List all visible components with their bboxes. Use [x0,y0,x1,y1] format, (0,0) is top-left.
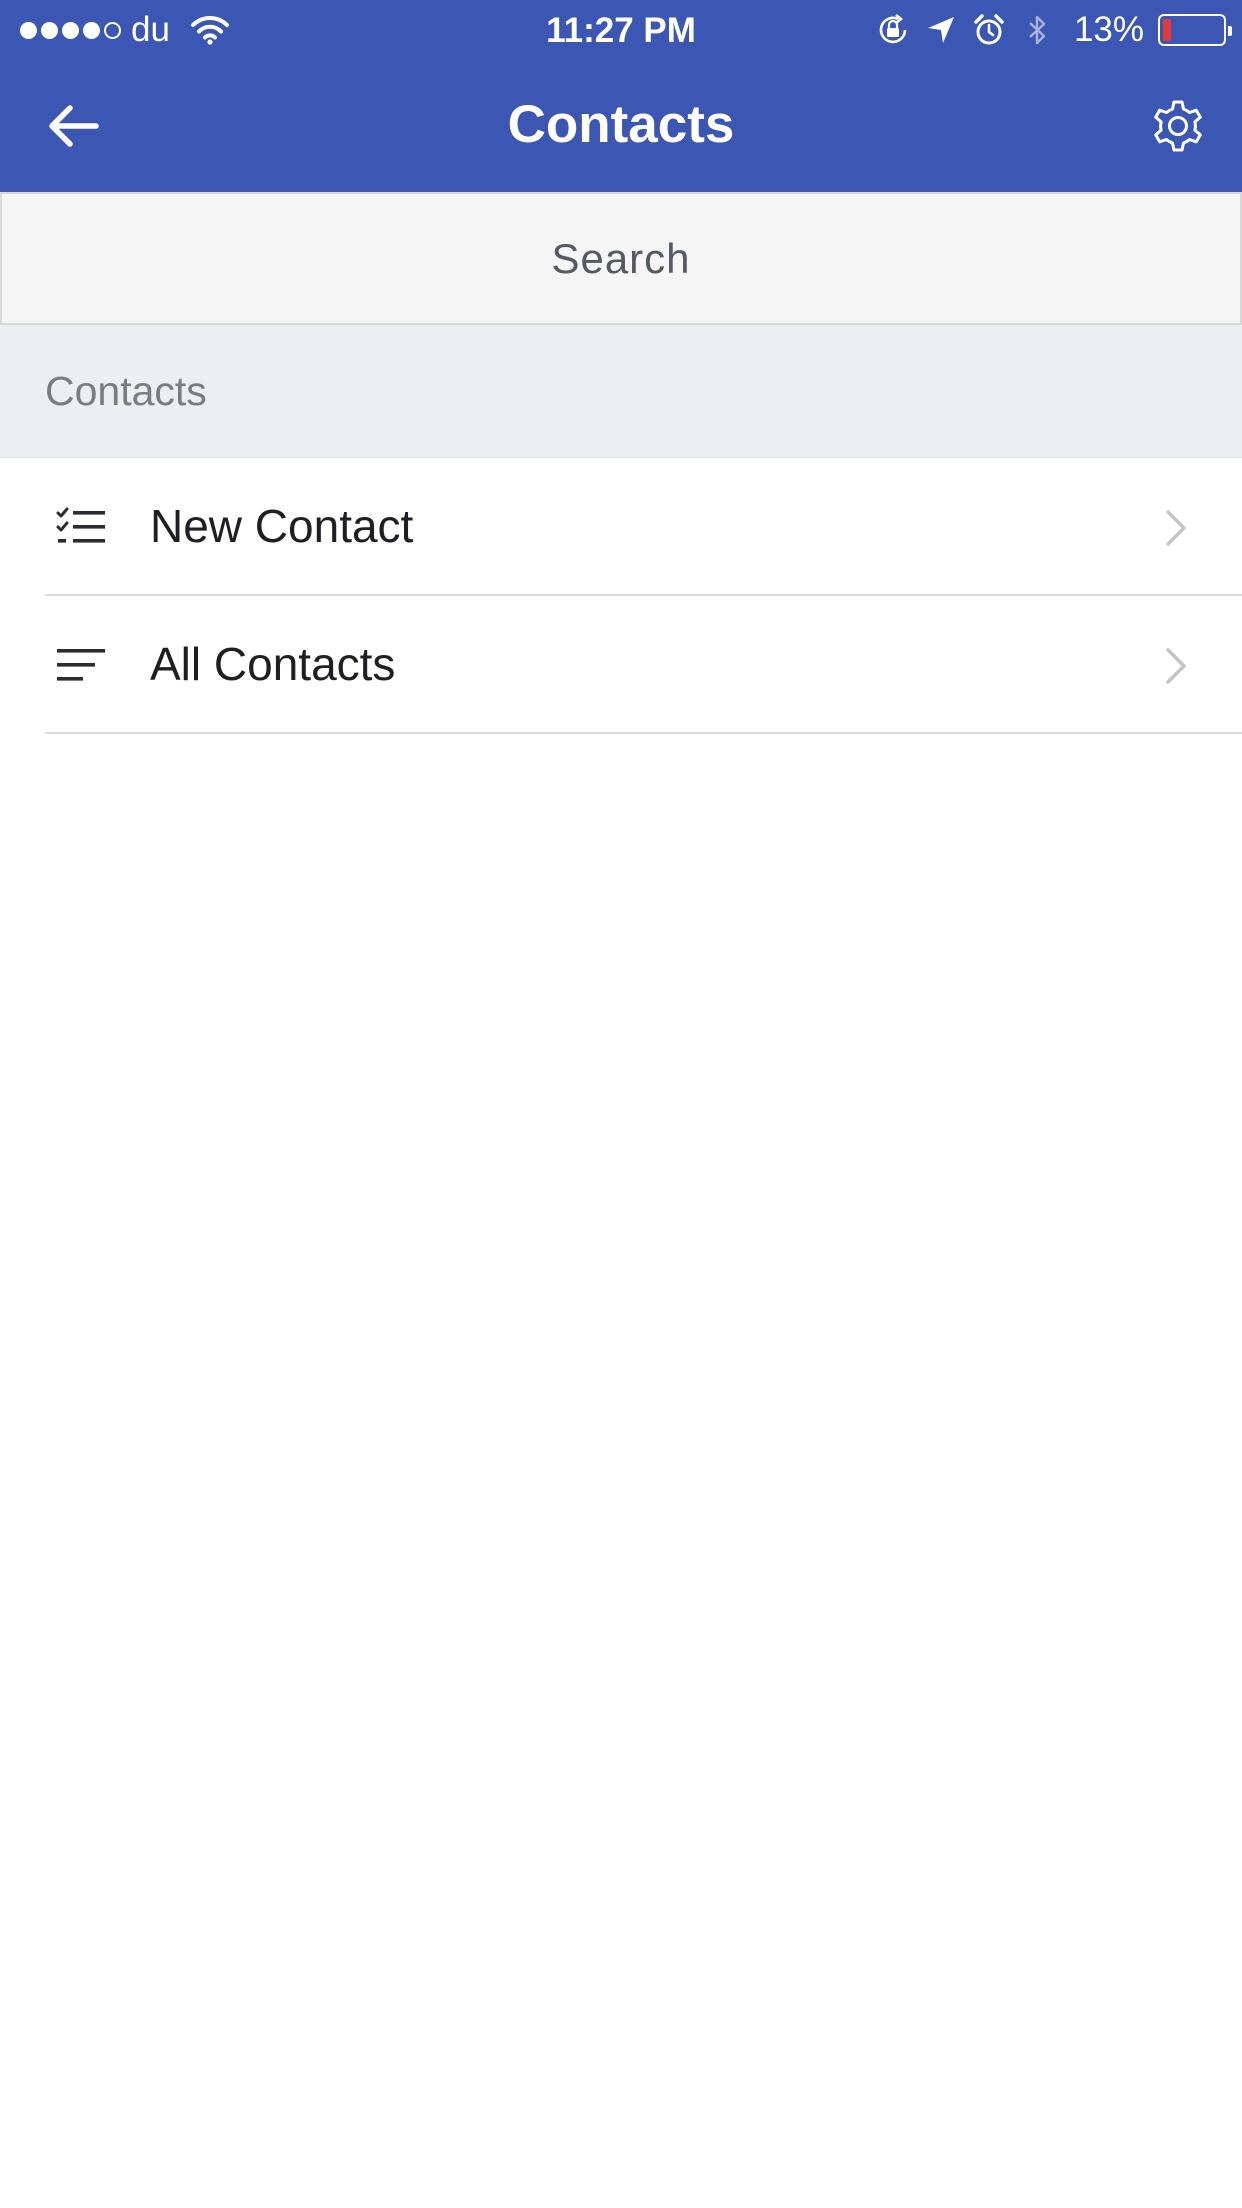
all-contacts-label: All Contacts [150,638,396,690]
sort-lines-icon [57,649,105,681]
new-contact-row[interactable]: New Contact [0,458,1242,596]
section-header: Contacts [0,325,1242,458]
search-label: Search [551,234,691,282]
location-icon [927,17,954,43]
section-title: Contacts [45,368,207,414]
checklist-icon [56,507,105,543]
status-right: 13% [876,0,1232,60]
battery-percent: 13% [1073,10,1144,49]
search-bar[interactable]: Search [0,192,1242,325]
all-contacts-row[interactable]: All Contacts [0,596,1242,734]
battery-icon [1158,14,1232,46]
divider [45,732,1242,734]
bluetooth-icon [1029,15,1046,45]
page-title: Contacts [507,95,735,154]
menu-list: New Contact All Contacts [0,458,1242,734]
alarm-icon [974,14,1004,45]
navigation-bar: Contacts [0,60,1242,192]
status-bar: du 11:27 PM 13% [0,0,1242,60]
new-contact-label: New Contact [150,500,414,552]
chevron-right-icon [1166,510,1186,546]
orientation-lock-icon [879,13,907,44]
chevron-right-icon [1166,648,1186,684]
battery-level-fill [1163,19,1171,41]
gear-icon [1154,100,1202,152]
settings-button[interactable] [1144,92,1212,160]
